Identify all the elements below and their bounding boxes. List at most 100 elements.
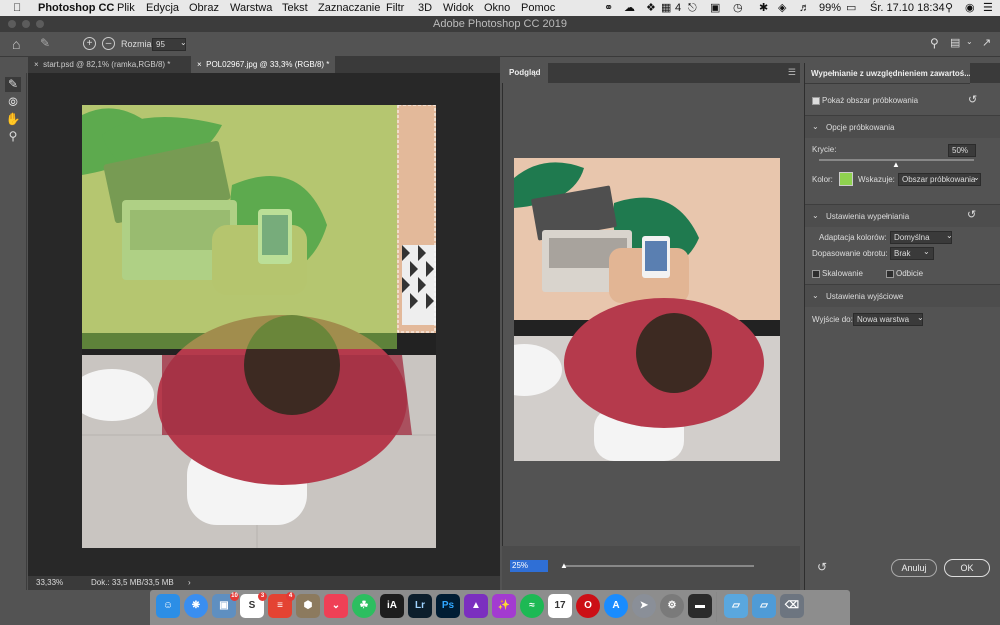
usb-icon[interactable]: ⎋ (688, 1, 697, 15)
zoom-tool-icon[interactable]: ⚲ (5, 129, 21, 144)
indicates-select[interactable]: Obszar próbkowania (898, 173, 981, 186)
photoshop-label: Ps (441, 600, 455, 611)
content-aware-brush-icon[interactable]: ✎ (5, 77, 21, 92)
system-preferences-icon[interactable]: ⚙ (660, 594, 684, 618)
menu-3d[interactable]: 3D (418, 1, 432, 15)
time-machine-icon[interactable]: ◷ (733, 1, 743, 15)
tab-start-psd[interactable]: × start.psd @ 82,1% (ramka,RGB/8) * (28, 56, 176, 73)
creative-cloud-icon[interactable]: ⚭ (604, 1, 613, 15)
screen-icon[interactable]: ▣ (710, 1, 720, 15)
close-tab-icon[interactable]: × (34, 60, 39, 69)
opera-icon[interactable]: O (576, 594, 600, 618)
size-dropdown-icon[interactable]: ⌄ (180, 38, 187, 47)
menu-obraz[interactable]: Obraz (189, 1, 219, 15)
show-sampling-checkbox[interactable] (812, 97, 820, 105)
calendar-icon[interactable]: 17 (548, 594, 572, 618)
slack-icon[interactable]: S3 (240, 592, 267, 618)
notifications-icon[interactable]: ▦ (661, 1, 671, 15)
workspace-icon[interactable]: ▤ (950, 36, 960, 49)
hand-tool-icon[interactable]: ✋ (5, 112, 21, 127)
zoom-level[interactable]: 33,33% (36, 576, 63, 590)
cancel-button[interactable]: Anuluj (891, 559, 937, 577)
fill-settings-header[interactable]: ⌄ Ustawienia wypełniania ↺ (805, 204, 1000, 227)
mirror-checkbox[interactable] (886, 270, 894, 278)
preview-menu-icon[interactable]: ☰ (788, 67, 796, 78)
rotation-label: Dopasowanie obrotu: (812, 249, 888, 258)
spotify-icon[interactable]: ≈ (520, 594, 544, 618)
lightroom-icon[interactable]: Lr (408, 594, 432, 618)
opacity-input[interactable]: 50% (948, 144, 976, 157)
tab-pol02967[interactable]: × POL02967.jpg @ 33,3% (RGB/8) * (191, 56, 336, 73)
siri-icon[interactable]: ◉ (965, 1, 975, 15)
wifi-icon[interactable]: ◈ (778, 1, 786, 15)
menu-okno[interactable]: Okno (484, 1, 510, 15)
sampling-color-swatch[interactable] (839, 172, 853, 186)
search-icon[interactable]: ⚲ (930, 36, 939, 50)
cloud-upload-icon[interactable]: ☁ (624, 1, 635, 15)
menu-pomoc[interactable]: Pomoc (521, 1, 555, 15)
share-icon[interactable]: ↗ (982, 36, 991, 49)
folder-icon[interactable]: ▱ (724, 594, 748, 618)
affinity-icon[interactable]: ▲ (464, 594, 488, 618)
volume-icon[interactable]: ♬ (799, 1, 810, 15)
subtract-from-sample-icon[interactable]: – (102, 37, 115, 50)
menu-edycja[interactable]: Edycja (146, 1, 179, 15)
apple-icon[interactable]:  (13, 1, 21, 15)
battery-icon[interactable]: ▭ (846, 1, 856, 15)
status-menu-arrow-icon[interactable]: › (188, 576, 191, 590)
add-to-sample-icon[interactable]: + (83, 37, 96, 50)
reset-sampling-icon[interactable]: ↺ (968, 93, 977, 106)
display-icon[interactable]: ▬ (688, 594, 712, 618)
downloads-folder-icon[interactable]: ▱ (752, 594, 776, 618)
launchpad-icon[interactable]: ➤ (632, 594, 656, 618)
preview-render (514, 158, 780, 461)
ok-button[interactable]: OK (944, 559, 990, 577)
sampling-options-header[interactable]: ⌄ Opcje próbkowania (805, 115, 1000, 138)
preview-image[interactable] (514, 158, 780, 461)
menu-app-name[interactable]: Photoshop CC (38, 1, 114, 15)
menu-filtr[interactable]: Filtr (386, 1, 404, 15)
reset-fill-icon[interactable]: ↺ (967, 208, 976, 221)
panel-tab[interactable]: Wypełnianie z uwzględnieniem zawartoś... (805, 63, 971, 84)
tab-preview[interactable]: Podgląd (502, 63, 548, 83)
keychain-icon[interactable]: ⬢ (296, 594, 320, 618)
preview-zoom-slider-handle[interactable]: ▲ (560, 561, 568, 570)
clock[interactable]: Śr. 17.10 18:34 (870, 1, 945, 15)
screens-icon[interactable]: ✨ (492, 594, 516, 618)
todoist-icon[interactable]: ≡ 4 (268, 592, 295, 618)
color-adapt-select[interactable]: Domyślna (890, 231, 952, 244)
workspace-dropdown-icon[interactable]: ⌄ (966, 37, 973, 46)
slack-badge: 3 (258, 592, 267, 601)
opacity-slider-handle[interactable]: ▲ (892, 160, 900, 169)
preview-app-icon[interactable]: ▣ 10 (212, 592, 239, 618)
spotlight-icon[interactable]: ⚲ (945, 1, 953, 15)
app-store-icon[interactable]: A (604, 594, 628, 618)
menu-warstwa[interactable]: Warstwa (230, 1, 272, 15)
preview-zoom-slider-track[interactable] (564, 565, 754, 567)
trash-icon[interactable]: ⌫ (780, 594, 804, 618)
scaling-checkbox[interactable] (812, 270, 820, 278)
safari-icon[interactable]: ❋ (184, 594, 208, 618)
dropbox-icon[interactable]: ❖ (646, 1, 656, 15)
control-center-icon[interactable]: ☰ (983, 1, 993, 15)
bluetooth-icon[interactable]: ✱ (759, 1, 768, 15)
photoshop-icon[interactable]: Ps (436, 594, 460, 618)
preview-zoom-input[interactable]: 25% (510, 560, 548, 572)
close-tab-icon[interactable]: × (197, 60, 202, 69)
output-select[interactable]: Nowa warstwa (853, 313, 923, 326)
menu-widok[interactable]: Widok (443, 1, 474, 15)
menu-tekst[interactable]: Tekst (282, 1, 308, 15)
evernote-icon[interactable]: ☘ (352, 594, 376, 618)
ia-writer-icon[interactable]: iA (380, 594, 404, 618)
reset-all-icon[interactable]: ↺ (817, 560, 827, 574)
finder-icon[interactable]: ☺ (156, 594, 180, 618)
brush-tool-preset-icon[interactable]: ✎ (40, 36, 50, 50)
output-settings-header[interactable]: ⌄ Ustawienia wyjściowe (805, 284, 1000, 307)
chevron-down-icon: ⌄ (946, 231, 953, 240)
home-icon[interactable]: ⌂ (12, 36, 20, 52)
lasso-tool-icon[interactable]: ⦾ (5, 95, 21, 110)
menu-zaznaczanie[interactable]: Zaznaczanie (318, 1, 380, 15)
pocket-icon[interactable]: ⌄ (324, 594, 348, 618)
document-canvas[interactable] (82, 105, 436, 548)
menu-plik[interactable]: Plik (117, 1, 135, 15)
